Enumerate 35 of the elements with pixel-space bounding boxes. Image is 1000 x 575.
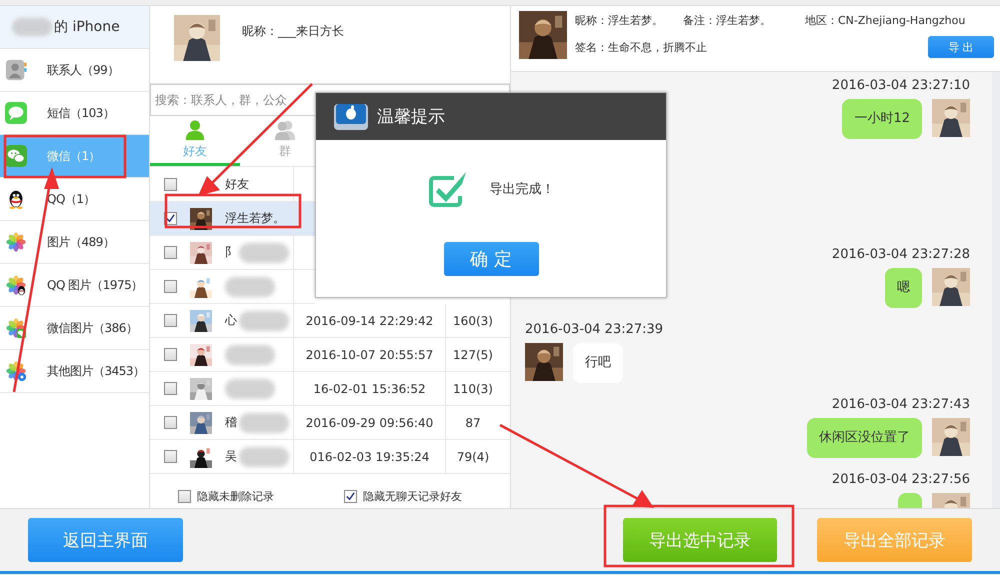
signature: 签名：生命不息，折腾不止 (575, 40, 707, 54)
remark: 备注：浮生若梦。 (683, 13, 771, 28)
timestamp: 2016-03-04 23:27:43 (832, 397, 970, 412)
checkbox-label: 隐藏无聊天记录好友 (363, 489, 462, 504)
contact-name: 阝 (225, 244, 237, 261)
table-cell: 016-02-03 19:35:24 (310, 450, 430, 464)
contact-name: 吴 (225, 448, 237, 465)
timestamp: 2016-03-04 23:27:28 (832, 247, 970, 262)
table-cell: 2016-09-29 09:56:40 (306, 416, 434, 430)
table-cell: 2016-10-07 20:55:57 (306, 348, 434, 362)
checkbox-label: 隐藏未删除记录 (197, 489, 274, 504)
table-cell: 79(4) (456, 450, 490, 464)
table-cell: 160(3) (453, 314, 493, 328)
contact-name: 浮生若梦。 (225, 210, 285, 227)
timestamp: 2016-03-04 23:27:10 (832, 78, 970, 93)
nickname: 昵称：___来日方长 (242, 23, 344, 40)
message-bubble: 休闲区没位置了 (807, 418, 922, 458)
dialog-title: 温馨提示 (377, 106, 445, 128)
table-cell: 110(3) (453, 382, 493, 396)
nickname: 昵称：浮生若梦。 (575, 13, 663, 28)
timestamp: 2016-03-04 23:27:39 (525, 322, 664, 337)
timestamp: 2016-03-04 23:27:56 (832, 472, 970, 487)
table-cell: 87 (465, 416, 481, 430)
table-cell: 127(5) (453, 348, 493, 362)
message-bubble: 一小时12 (842, 99, 922, 139)
table-cell: 16-02-01 15:36:52 (313, 382, 426, 396)
table-cell: 2016-09-14 22:29:42 (306, 314, 434, 328)
region: 地区：CN-Zhejiang-Hangzhou (805, 13, 966, 28)
contact-name: 稽 (225, 414, 237, 431)
message-bubble: 行吧 (573, 343, 623, 383)
column-header: 好友 (225, 176, 249, 192)
dialog-message: 导出完成！ (490, 181, 554, 198)
device-name: 的 iPhone (54, 18, 120, 36)
contact-name: 心 (225, 312, 237, 329)
message-bubble: 嗯 (885, 268, 922, 308)
